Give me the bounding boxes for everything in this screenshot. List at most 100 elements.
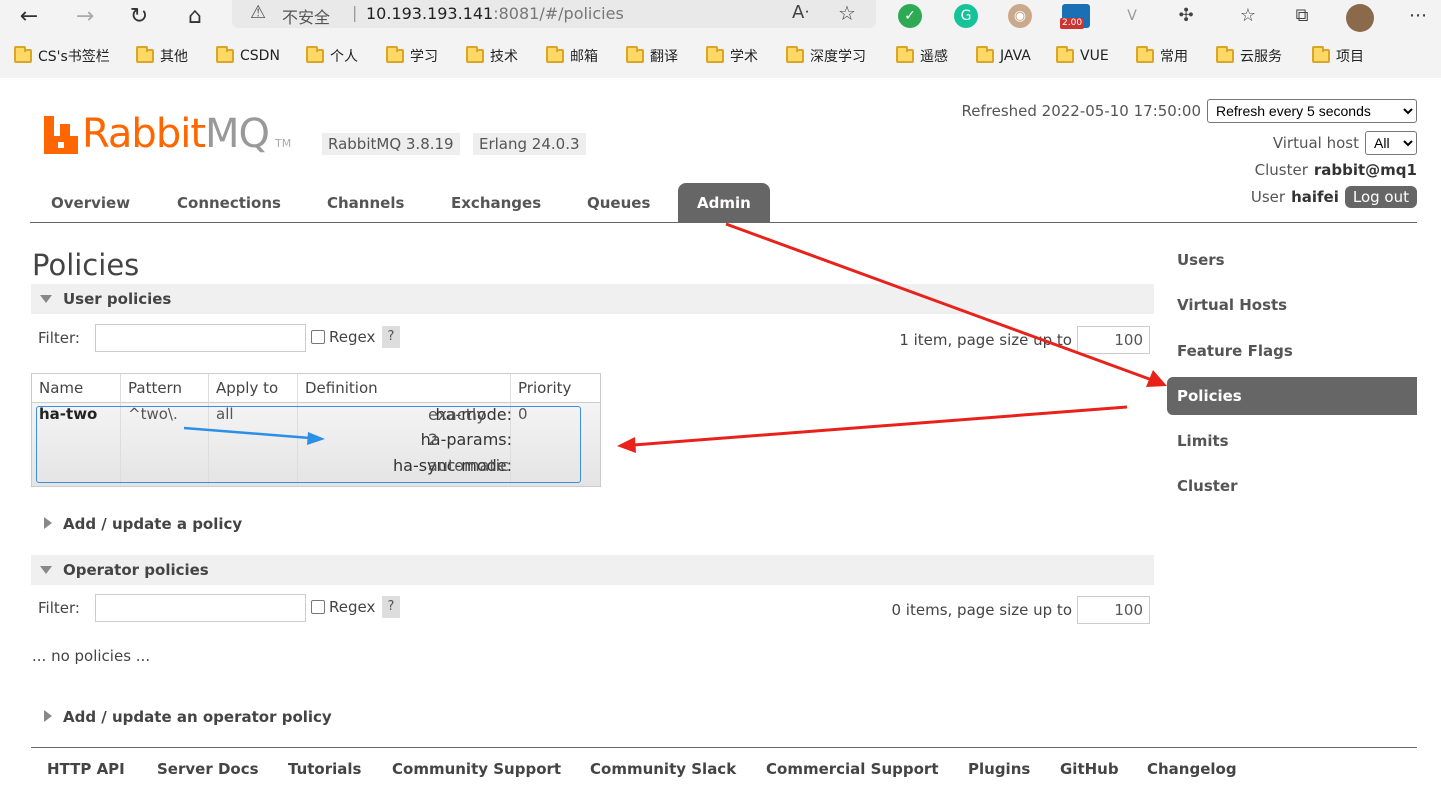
operator-policies-filter-input[interactable] <box>95 594 306 622</box>
sidebar-item-limits[interactable]: Limits <box>1167 422 1417 460</box>
sidebar-item-feature-flags[interactable]: Feature Flags <box>1167 332 1417 370</box>
virtual-host-select[interactable]: All <box>1365 131 1417 155</box>
column-header-pattern[interactable]: Pattern <box>121 374 209 403</box>
bookmark-item[interactable]: 常用 <box>1136 44 1188 68</box>
folder-icon <box>306 46 324 63</box>
tab-connections[interactable]: Connections <box>158 183 300 223</box>
bookmark-item[interactable]: 遥感 <box>896 44 948 68</box>
regex-checkbox[interactable] <box>311 330 325 344</box>
row-highlight-box <box>36 406 581 483</box>
tab-channels[interactable]: Channels <box>308 183 423 223</box>
footer-link-community-slack[interactable]: Community Slack <box>590 760 736 778</box>
insecure-label: 不安全 <box>282 8 331 27</box>
bookmark-item[interactable]: JAVA <box>976 44 1031 68</box>
table-row[interactable]: ha-two ^two\. all 0 ha-mode: exactly ha-… <box>32 403 600 486</box>
owl-extension-icon[interactable]: ◉ <box>1008 4 1032 28</box>
footer-link-plugins[interactable]: Plugins <box>968 760 1030 778</box>
bookmark-item[interactable]: 个人 <box>306 44 358 68</box>
footer-link-server-docs[interactable]: Server Docs <box>157 760 259 778</box>
footer-link-tutorials[interactable]: Tutorials <box>288 760 361 778</box>
page-size-input[interactable] <box>1077 596 1150 624</box>
footer-link-changelog[interactable]: Changelog <box>1147 760 1237 778</box>
bookmark-item[interactable]: 邮箱 <box>546 44 598 68</box>
tab-exchanges[interactable]: Exchanges <box>432 183 560 223</box>
sidebar-item-policies[interactable]: Policies <box>1167 377 1417 415</box>
extensions-puzzle-icon[interactable]: ✣ <box>1174 4 1198 28</box>
sidebar-item-cluster[interactable]: Cluster <box>1167 467 1417 505</box>
user-policies-header[interactable]: User policies <box>31 284 1154 314</box>
vue-devtools-icon[interactable]: V <box>1120 4 1144 28</box>
bookmark-item[interactable]: CS's书签栏 <box>14 44 110 68</box>
bookmark-item[interactable]: 学术 <box>706 44 758 68</box>
refresh-interval-select[interactable]: Refresh every 5 seconds <box>1207 99 1417 123</box>
sidebar-item-users[interactable]: Users <box>1167 241 1417 279</box>
bookmark-label: 项目 <box>1336 49 1364 65</box>
red-arrow-to-policy-row <box>617 405 1128 453</box>
reload-icon[interactable]: ↻ <box>124 3 154 33</box>
read-aloud-icon[interactable]: Aᐧ <box>792 2 809 23</box>
shield-extension-icon[interactable]: ✓ <box>898 4 922 28</box>
regex-toggle[interactable]: Regex <box>311 328 375 346</box>
forward-icon[interactable]: → <box>70 3 100 33</box>
add-operator-policy-toggle[interactable]: Add / update an operator policy <box>31 703 332 731</box>
operator-policies-title: Operator policies <box>63 561 209 579</box>
bookmark-item[interactable]: 技术 <box>466 44 518 68</box>
grammarly-extension-icon[interactable]: G <box>954 4 978 28</box>
home-icon[interactable]: ⌂ <box>180 3 210 33</box>
logo-wordmark: RabbitMQ <box>82 114 270 154</box>
tab-admin[interactable]: Admin <box>678 183 770 223</box>
extension-badge: 2.00 <box>1060 18 1085 29</box>
sidebar-item-virtual-hosts[interactable]: Virtual Hosts <box>1167 286 1417 324</box>
page-size-input[interactable] <box>1077 326 1150 354</box>
main-nav: Overview Connections Channels Exchanges … <box>30 183 1417 223</box>
column-header-priority[interactable]: Priority <box>511 374 600 403</box>
regex-checkbox[interactable] <box>311 600 325 614</box>
erlang-version-badge: Erlang 24.0.3 <box>473 133 586 155</box>
browser-chrome: ← → ↻ ⌂ ⚠ 不安全 | 10.193.193.141:8081/#/po… <box>0 0 1441 78</box>
column-header-definition[interactable]: Definition <box>298 374 511 403</box>
more-menu-icon[interactable]: ⋯ <box>1406 4 1430 28</box>
rabbitmq-version-badge: RabbitMQ 3.8.19 <box>322 133 460 155</box>
paging-text: 1 item, page size up to <box>899 331 1072 349</box>
bookmark-item[interactable]: VUE <box>1056 44 1109 68</box>
bookmark-label: 学术 <box>730 49 758 65</box>
column-header-apply-to[interactable]: Apply to <box>209 374 298 403</box>
favorites-icon[interactable]: ☆ <box>1236 4 1260 28</box>
bookmark-item[interactable]: 项目 <box>1312 44 1364 68</box>
regex-toggle[interactable]: Regex <box>311 598 375 616</box>
bookmark-item[interactable]: 其他 <box>136 44 188 68</box>
favorite-star-icon[interactable]: ☆ <box>838 1 856 25</box>
tab-queues[interactable]: Queues <box>568 183 669 223</box>
rabbitmq-logo[interactable]: RabbitMQ TM <box>44 110 291 154</box>
collapse-triangle-icon <box>40 566 52 574</box>
bookmark-item[interactable]: CSDN <box>216 44 280 68</box>
column-header-name[interactable]: Name <box>32 374 121 403</box>
player-extension-icon[interactable]: 2.00 <box>1060 4 1090 29</box>
profile-avatar[interactable] <box>1346 4 1374 32</box>
regex-help-icon[interactable]: ? <box>382 326 400 348</box>
bookmark-label: 学习 <box>410 49 438 65</box>
bookmark-item[interactable]: 深度学习 <box>786 44 866 68</box>
folder-icon <box>1136 46 1154 63</box>
regex-help-icon[interactable]: ? <box>382 596 400 618</box>
add-policy-toggle[interactable]: Add / update a policy <box>31 510 242 538</box>
address-bar[interactable]: ⚠ 不安全 | 10.193.193.141:8081/#/policies A… <box>232 0 876 28</box>
user-policies-filter-input[interactable] <box>95 324 306 352</box>
bookmark-item[interactable]: 学习 <box>386 44 438 68</box>
footer-link-community-support[interactable]: Community Support <box>392 760 561 778</box>
footer-link-commercial-support[interactable]: Commercial Support <box>766 760 939 778</box>
tab-overview[interactable]: Overview <box>32 183 149 223</box>
bookmark-item[interactable]: 翻译 <box>626 44 678 68</box>
cluster-label: Cluster <box>1254 161 1308 179</box>
add-operator-policy-label: Add / update an operator policy <box>63 708 332 726</box>
operator-policies-header[interactable]: Operator policies <box>31 555 1154 585</box>
footer-link-github[interactable]: GitHub <box>1060 760 1119 778</box>
folder-icon <box>626 46 644 63</box>
bookmark-item[interactable]: 云服务 <box>1216 44 1282 68</box>
collections-icon[interactable]: ⧉ <box>1290 4 1314 28</box>
bookmark-label: JAVA <box>1000 48 1031 64</box>
back-icon[interactable]: ← <box>14 3 44 33</box>
logo-trademark: TM <box>275 137 292 150</box>
folder-icon <box>466 46 484 63</box>
footer-link-http-api[interactable]: HTTP API <box>47 760 125 778</box>
